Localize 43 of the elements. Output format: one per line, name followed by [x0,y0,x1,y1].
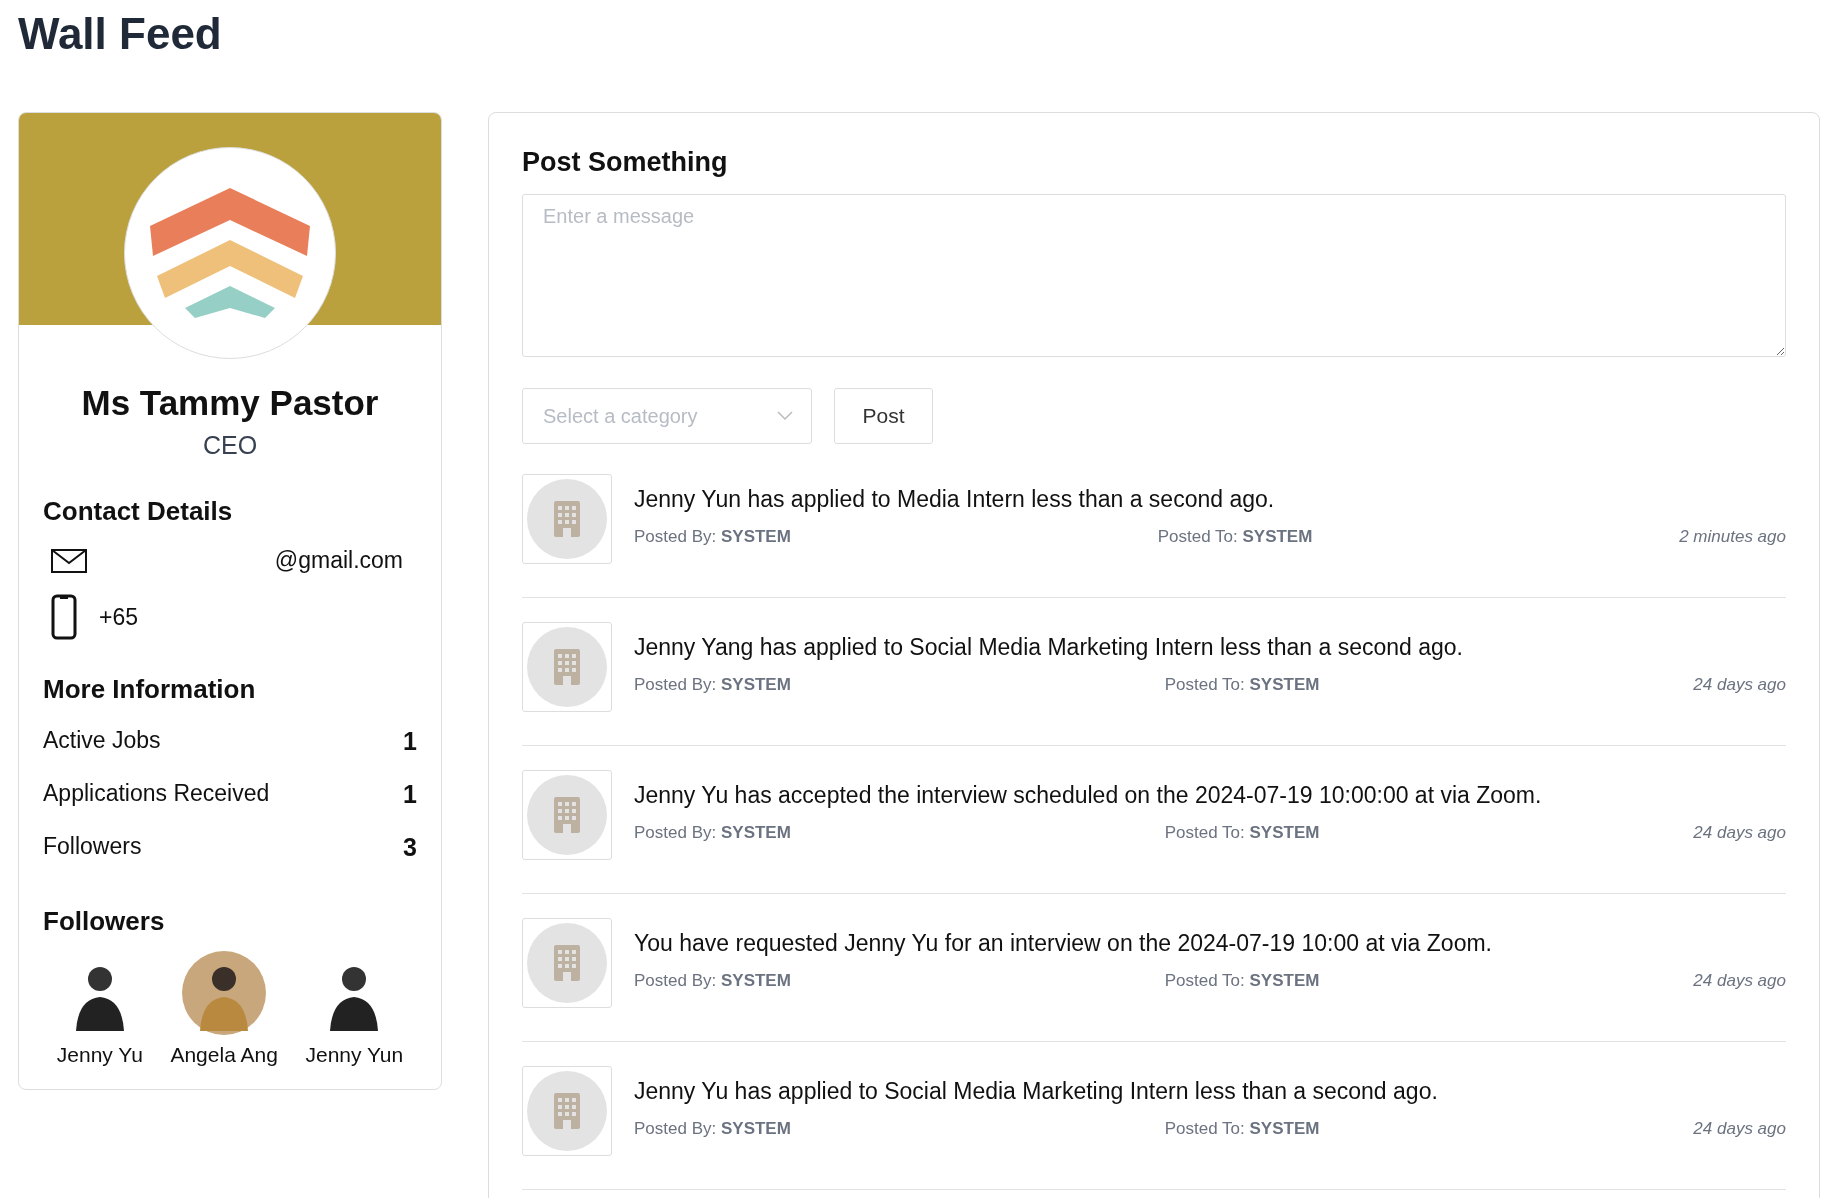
mail-icon [51,548,87,573]
chevron-down-icon [777,411,793,421]
section-heading: More Information [43,674,257,705]
section-heading: Followers [43,906,166,937]
posted-to-text: Posted To: SYSTEM [1157,527,1313,547]
posted-to-text: Posted To: SYSTEM [1164,1119,1320,1139]
phone-icon [51,594,77,640]
post-message: Jenny Yun has applied to Media Intern less than a second ago. [634,486,1276,513]
phone-text: +65 [99,603,138,631]
posted-to-text: Posted To: SYSTEM [1164,971,1320,991]
email-text: @gmail.com [274,547,403,574]
section-heading: Contact Details [43,496,234,527]
follower-name: Jenny Yu [56,1043,143,1067]
post-time: 24 days ago [1693,675,1786,695]
post-time: 24 days ago [1693,823,1786,843]
profile-name: Ms Tammy Pastor [80,383,380,423]
posted-by-text: Posted By: SYSTEM [634,823,791,843]
posted-by-text: Posted By: SYSTEM [634,527,791,547]
posted-by-text: Posted By: SYSTEM [634,675,791,695]
post-message: Jenny Yang has applied to Social Media Marketing Intern less than a second ago. [634,634,1464,661]
post-button[interactable]: Post [834,388,933,444]
posted-to-text: Posted To: SYSTEM [1164,675,1320,695]
stat-label: Active Jobs [43,727,161,755]
post-time: 24 days ago [1693,971,1786,991]
post-time: 2 minutes ago [1679,527,1786,547]
post-time: 24 days ago [1693,1119,1786,1139]
message-field[interactable]: Enter a message [522,194,1786,357]
page-title: Wall Feed [18,8,223,60]
follower-name: Jenny Yun [305,1043,404,1067]
stat-value: 1 [403,780,417,809]
post-message: Jenny Yu has applied to Social Media Marketing Intern less than a second ago. [634,1078,1439,1105]
stat-label: Applications Received [43,780,270,808]
post-message: You have requested Jenny Yu for an interview on the 2024-07-19 10:00 at via Zoom. [634,930,1493,957]
stat-value: 1 [403,727,417,756]
posted-to-text: Posted To: SYSTEM [1164,823,1320,843]
posted-by-text: Posted By: SYSTEM [634,971,791,991]
profile-role: CEO [201,431,259,460]
posted-by-text: Posted By: SYSTEM [634,1119,791,1139]
follower-name: Angela Ang [170,1043,278,1067]
stat-label: Followers [43,833,142,861]
post-message: Jenny Yu has accepted the interview scheduled on the 2024-07-19 10:00:00 at via Zoom. [634,782,1543,809]
composer-heading: Post Something [522,147,729,178]
stat-value: 3 [403,833,417,862]
